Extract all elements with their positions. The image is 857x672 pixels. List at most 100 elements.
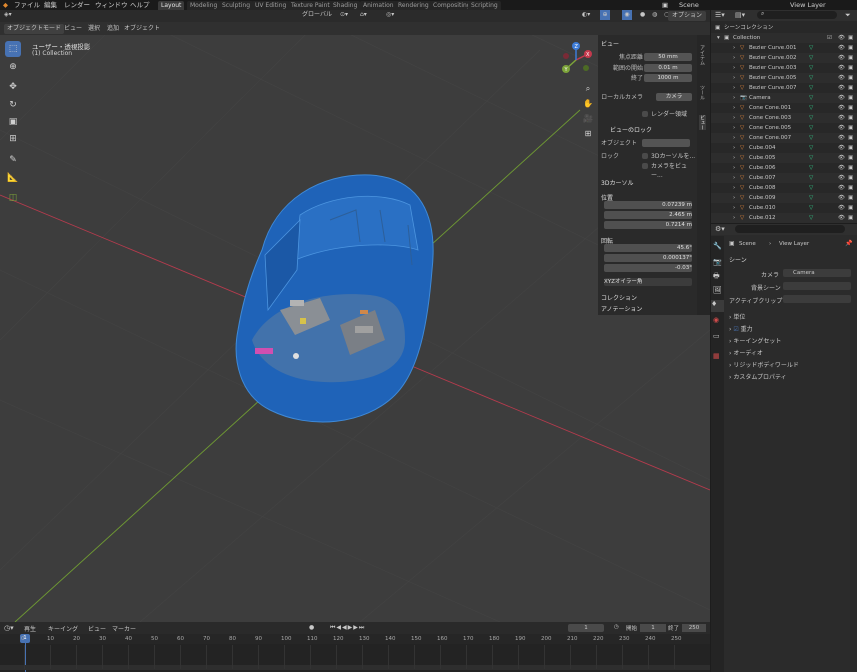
orientation-dropdown[interactable]: グローバル [302,10,332,20]
tab-scripting[interactable]: Scripting [468,1,501,10]
tab-texture-paint[interactable]: Texture Paint [288,1,333,10]
outliner-item-label[interactable]: Cone Cone.001 [749,103,791,113]
tab-rendering[interactable]: Rendering [395,1,432,10]
render-camera-icon[interactable]: ▣ [848,63,853,73]
visibility-eye-icon[interactable]: 👁 [838,193,845,203]
properties-editor-icon[interactable]: ⚙▾ [715,225,725,233]
view-layer-tab-icon[interactable]: 🖼 [713,286,722,294]
properties-search-input[interactable] [735,225,845,233]
annotation-panel-header[interactable]: アノテーション [601,304,642,313]
outliner-row[interactable]: › ▽ Cube.012 ▽ 👁 ▣ [711,213,857,223]
pan-hand-icon[interactable]: ✋ [581,97,595,111]
end-frame-field[interactable]: 250 [682,624,706,632]
menu-object[interactable]: オブジェクト [124,24,160,34]
outliner-item-label[interactable]: Cube.007 [749,173,775,183]
outliner-row[interactable]: › ▽ Bezier Curve.003 ▽ 👁 ▣ [711,63,857,73]
outliner-row[interactable]: › ▽ Cube.004 ▽ 👁 ▣ [711,143,857,153]
properties-section[interactable]: › オーディオ [729,348,763,357]
start-frame-field[interactable]: 1 [640,624,666,632]
rotation-mode-dropdown[interactable]: XYZオイラー角 [604,278,692,286]
render-camera-icon[interactable]: ▣ [848,123,853,133]
expand-arrow-icon[interactable]: › [733,183,735,193]
camera-field[interactable]: Camera [783,269,851,277]
focal-length-field[interactable]: 50 mm [644,53,692,61]
outliner-item-label[interactable]: Cube.006 [749,163,775,173]
visibility-eye-icon[interactable]: 👁 [838,123,845,133]
render-camera-icon[interactable]: ▣ [848,83,853,93]
outliner-row[interactable]: › ▽ Cube.005 ▽ 👁 ▣ [711,153,857,163]
transform-tool-icon[interactable]: ⊞ [5,131,21,147]
expand-arrow-icon[interactable]: › [733,113,735,123]
scene-tab-icon[interactable]: ♦ [711,300,724,312]
tab-tool[interactable]: ツール [699,85,706,100]
outliner-item-label[interactable]: Cone Cone.003 [749,113,791,123]
cursor-location-x[interactable]: 0.07239 m [604,201,692,209]
expand-arrow-icon[interactable]: › [733,103,735,113]
clip-start-field[interactable]: 0.01 m [644,64,692,72]
world-tab-icon[interactable]: ◉ [713,316,719,324]
timeline-scrollbar[interactable] [0,665,710,670]
cursor-rotation-y[interactable]: 0.000137° [604,254,692,262]
clip-end-field[interactable]: 1000 m [644,74,692,82]
display-mode-icon[interactable]: ▤▾ [735,11,745,19]
menu-add[interactable]: 追加 [107,24,119,34]
render-camera-icon[interactable]: ▣ [848,73,853,83]
record-icon[interactable]: ● [309,624,314,631]
render-tab-icon[interactable]: 📷 [713,258,722,266]
outliner-item-label[interactable]: Bezier Curve.003 [749,63,796,73]
cockpit-mesh[interactable] [235,174,434,423]
expand-arrow-icon[interactable]: › [733,193,735,203]
outliner-item-label[interactable]: Cube.010 [749,203,775,213]
render-camera-icon[interactable]: ▣ [848,213,853,223]
render-camera-icon[interactable]: ▣ [848,133,853,143]
collection-render-icon[interactable]: ▣ [848,33,853,43]
visibility-eye-icon[interactable]: 👁 [838,103,845,113]
lock-cursor-checkbox[interactable] [642,153,648,159]
render-camera-icon[interactable]: ▣ [848,153,853,163]
lock-camera-checkbox[interactable] [642,163,648,169]
preview-range-icon[interactable]: ◷ [614,624,619,630]
mode-dropdown[interactable]: オブジェクトモード [4,24,65,34]
scene-icon[interactable]: ▣ [662,0,668,10]
output-tab-icon[interactable]: 🖶 [713,272,720,283]
snap-icon[interactable]: ⌂▾ [360,10,367,20]
render-camera-icon[interactable]: ▣ [848,203,853,213]
navigation-gizmo[interactable]: X Z Y [558,42,594,78]
visibility-eye-icon[interactable]: 👁 [838,213,845,223]
visibility-eye-icon[interactable]: 👁 [838,83,845,93]
properties-section[interactable]: › カスタムプロパティ [729,372,787,381]
render-camera-icon[interactable]: ▣ [848,43,853,53]
outliner-row[interactable]: › ▽ Cone Cone.001 ▽ 👁 ▣ [711,103,857,113]
outliner-item-label[interactable]: Bezier Curve.001 [749,43,796,53]
cursor-rotation-z[interactable]: -0.03° [604,264,692,272]
visibility-icon[interactable]: ◐▾ [582,10,590,20]
outliner-item-label[interactable]: Bezier Curve.005 [749,73,796,83]
expand-arrow-icon[interactable]: › [733,173,735,183]
expand-arrow-icon[interactable]: › [733,73,735,83]
collection-panel-header[interactable]: コレクション [601,293,637,302]
tab-animation[interactable]: Animation [360,1,397,10]
lock-object-field[interactable] [642,139,690,147]
render-camera-icon[interactable]: ▣ [848,183,853,193]
active-clip-field[interactable] [783,295,851,303]
outliner-row[interactable]: › ▽ Cube.008 ▽ 👁 ▣ [711,183,857,193]
outliner-row[interactable]: › ▽ Cube.009 ▽ 👁 ▣ [711,193,857,203]
pivot-icon[interactable]: ⊙▾ [340,10,348,20]
render-camera-icon[interactable]: ▣ [848,113,853,123]
timeline-menu-marker[interactable]: マーカー [112,624,136,633]
tab-uv-editing[interactable]: UV Editing [252,1,290,10]
texture-tab-icon[interactable]: ▦ [713,352,720,360]
rotate-tool-icon[interactable]: ↻ [5,97,21,113]
shading-material-icon[interactable]: ◍ [652,10,657,20]
blender-logo-icon[interactable]: ◆ [3,0,8,10]
cursor-tool-icon[interactable]: ⊕ [5,59,21,75]
collection-label[interactable]: Collection [733,33,760,43]
render-camera-icon[interactable]: ▣ [848,193,853,203]
expand-arrow-icon[interactable]: › [733,63,735,73]
outliner-item-label[interactable]: Cone Cone.005 [749,123,791,133]
outliner-item-label[interactable]: Cube.012 [749,213,775,223]
visibility-eye-icon[interactable]: 👁 [838,153,845,163]
outliner-item-label[interactable]: Cube.008 [749,183,775,193]
scene-collection-label[interactable]: シーンコレクション [724,23,773,33]
tab-layout[interactable]: Layout [158,1,185,10]
